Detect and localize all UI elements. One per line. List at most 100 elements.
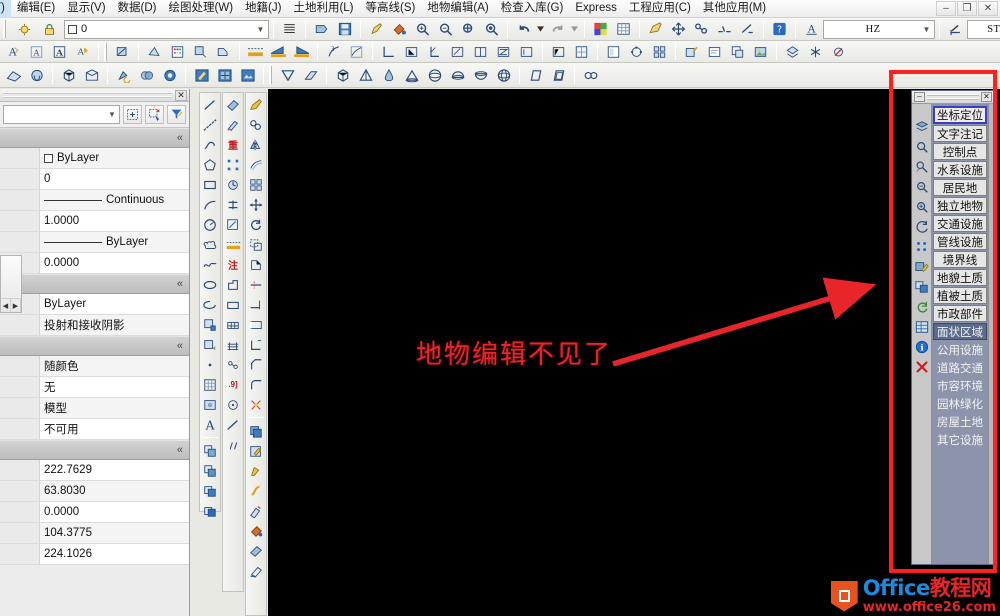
object-type-select[interactable]: ▼ — [3, 105, 120, 124]
zoom-realtime-icon[interactable] — [481, 19, 502, 39]
3d-cone-icon[interactable] — [378, 65, 399, 85]
revision-cloud-icon[interactable] — [201, 235, 220, 254]
arc-icon[interactable] — [201, 195, 220, 214]
ellipse-icon[interactable] — [201, 275, 220, 294]
property-value-cell[interactable]: 63.8030 — [40, 485, 189, 497]
property-row[interactable]: 224.1026 — [0, 544, 189, 565]
property-row[interactable]: ByLayer — [0, 294, 189, 315]
edit-attribute-icon[interactable] — [913, 258, 930, 275]
toggle-pickadd-button[interactable] — [123, 105, 142, 124]
render-edit-icon[interactable] — [191, 65, 212, 85]
close-button[interactable]: ✕ — [978, 1, 998, 16]
chevron-down-icon[interactable]: ▼ — [105, 110, 119, 119]
property-row[interactable]: 1.0000 — [0, 211, 189, 232]
dim-style-icon[interactable] — [945, 19, 966, 39]
info-icon[interactable]: i — [913, 338, 930, 355]
chevron-down-icon[interactable]: ▼ — [919, 21, 934, 38]
chamfer-icon[interactable] — [247, 355, 266, 374]
wedge-solid-icon[interactable] — [81, 65, 102, 85]
category-button-public-facility[interactable]: 公用设施 — [933, 341, 987, 358]
surface-icon[interactable] — [3, 65, 24, 85]
category-button-water-facility[interactable]: 水系设施 — [933, 161, 987, 178]
3d-rotate-icon[interactable] — [113, 65, 134, 85]
property-value-cell[interactable]: 无 — [40, 379, 189, 395]
menu-item-0[interactable]: T) — [0, 0, 11, 18]
revolve-icon[interactable] — [26, 65, 47, 85]
chevron-down-icon[interactable]: ▼ — [253, 21, 268, 38]
undo-icon[interactable] — [513, 19, 534, 39]
layer-iso-icon[interactable] — [782, 42, 803, 62]
ucs-y-icon[interactable] — [470, 42, 491, 62]
property-value-cell[interactable]: 0.0000 — [40, 257, 189, 269]
category-button-municipal-parts[interactable]: 市政部件 — [933, 305, 987, 322]
text-style-select[interactable]: HZ ▼ — [823, 19, 935, 39]
line-segment-icon[interactable] — [224, 415, 243, 434]
property-value-cell[interactable]: 222.7629 — [40, 464, 189, 476]
color-matrix-icon[interactable] — [167, 42, 188, 62]
zoom-out-icon[interactable] — [913, 178, 930, 195]
property-value-cell[interactable]: 224.1026 — [40, 548, 189, 560]
quick-select-button[interactable] — [167, 105, 186, 124]
category-button-text-annotation[interactable]: 文字注记 — [933, 125, 987, 142]
brush-feature-icon[interactable] — [224, 115, 243, 134]
dimension-bar-icon[interactable] — [224, 235, 243, 254]
layers-stack-icon[interactable] — [913, 118, 930, 135]
ucs-world-icon[interactable] — [401, 42, 422, 62]
category-button-residential[interactable]: 居民地 — [933, 179, 987, 196]
property-group-3d-visualization[interactable]: « — [0, 274, 189, 294]
property-value-cell[interactable]: 0.0000 — [40, 506, 189, 518]
3d-dish-icon[interactable] — [470, 65, 491, 85]
scale-icon[interactable] — [247, 235, 266, 254]
spline-icon[interactable] — [201, 255, 220, 274]
explode-icon[interactable] — [247, 395, 266, 414]
grid-feature-icon[interactable] — [224, 315, 243, 334]
ucs-origin-icon[interactable] — [378, 42, 399, 62]
undo-dropdown-icon[interactable] — [536, 19, 545, 39]
help-icon[interactable]: ? — [769, 19, 790, 39]
copy-objects4-icon[interactable] — [201, 501, 220, 520]
rectangle-icon[interactable] — [201, 175, 220, 194]
wave-line-icon[interactable] — [224, 435, 243, 454]
polygon-icon[interactable] — [201, 155, 220, 174]
chevron-up-icon[interactable]: « — [177, 340, 183, 352]
layer-select[interactable]: 0 ▼ — [64, 19, 269, 39]
zoom-select-icon[interactable] — [913, 158, 930, 175]
xref-icon[interactable] — [727, 42, 748, 62]
3d-dome-icon[interactable] — [447, 65, 468, 85]
paint-color-icon[interactable] — [389, 19, 410, 39]
ucs-z-icon[interactable] — [493, 42, 514, 62]
category-button-transport-facility[interactable]: 交通设施 — [933, 215, 987, 232]
gradient-fill-icon[interactable] — [201, 395, 220, 414]
chevron-up-icon[interactable]: « — [177, 278, 183, 290]
stretch-icon[interactable] — [247, 255, 266, 274]
pan-icon[interactable] — [913, 218, 930, 235]
select-objects-button[interactable] — [145, 105, 164, 124]
menu-item-feature-edit[interactable]: 地物编辑(A) — [421, 0, 494, 18]
point-icon[interactable] — [201, 355, 220, 374]
move-modify-icon[interactable] — [247, 195, 266, 214]
array-icon[interactable] — [247, 175, 266, 194]
3d-torus-icon[interactable] — [493, 65, 514, 85]
node-edit-icon[interactable] — [224, 155, 243, 174]
edit-polyline-icon[interactable] — [645, 19, 666, 39]
3d-box-icon[interactable] — [332, 65, 353, 85]
polar-array-icon[interactable] — [626, 42, 647, 62]
copy-objects3-icon[interactable] — [201, 481, 220, 500]
property-value-cell[interactable]: 0 — [40, 173, 189, 185]
join-icon[interactable] — [247, 335, 266, 354]
dim-linear2-icon[interactable] — [245, 42, 266, 62]
property-value-cell[interactable]: 随颜色 — [40, 358, 189, 374]
mirror-icon[interactable] — [247, 135, 266, 154]
text-edit-icon[interactable]: A — [72, 42, 93, 62]
3d-sphere-icon[interactable] — [424, 65, 445, 85]
property-row[interactable]: 63.8030 — [0, 481, 189, 502]
table-data-icon[interactable] — [913, 318, 930, 335]
3d-pyramid-icon[interactable] — [355, 65, 376, 85]
category-button-independent-feature[interactable]: 独立地物 — [933, 197, 987, 214]
palette-scrollbar[interactable] — [988, 104, 994, 564]
property-row[interactable]: 模型 — [0, 398, 189, 419]
multiline-text-icon[interactable]: A — [3, 42, 24, 62]
viewport-icon[interactable] — [571, 42, 592, 62]
ucs-prev-icon[interactable] — [516, 42, 537, 62]
extend-icon[interactable] — [247, 295, 266, 314]
